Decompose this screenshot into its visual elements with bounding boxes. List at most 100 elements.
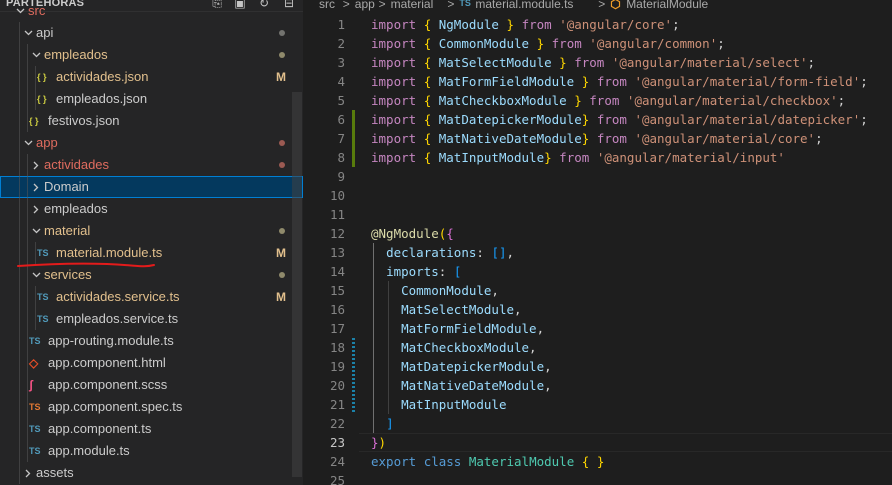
code-line[interactable]: 20 MatNativeDateModule, <box>303 376 892 395</box>
indent-guide <box>27 286 28 308</box>
code-line[interactable]: 8 import { MatInputModule} from '@angular… <box>303 148 892 167</box>
breadcrumb-item[interactable]: src <box>319 0 335 11</box>
indent-guide <box>27 198 28 220</box>
code-line[interactable]: 5 import { MatCheckboxModule } from '@ang… <box>303 91 892 110</box>
tree-folder[interactable]: src <box>0 0 303 22</box>
tree-item-label: actividades <box>44 157 110 172</box>
code-line[interactable]: 2 import { CommonModule } from '@angular/… <box>303 34 892 53</box>
ts-file-icon: TS <box>37 314 49 324</box>
code-line[interactable]: 17 MatFormFieldModule, <box>303 319 892 338</box>
indent-guide <box>19 132 20 154</box>
tree-folder[interactable]: material <box>0 220 303 242</box>
code-line[interactable]: 7 import { MatNativeDateModule} from '@an… <box>303 129 892 148</box>
tree-file[interactable]: TS app-routing.module.ts <box>0 330 303 352</box>
code-editor[interactable]: src > app > material > TS material.module.ts > ⬡ M… <box>303 0 892 485</box>
indent-guide <box>19 352 20 374</box>
chevron-right-icon[interactable] <box>29 176 43 198</box>
breadcrumb-item[interactable]: ⬡ <box>610 0 620 11</box>
code-line[interactable]: 16 MatSelectModule, <box>303 300 892 319</box>
indent-guide <box>27 330 28 352</box>
breadcrumb-item[interactable]: material <box>391 0 434 11</box>
code-text: import { MatSelectModule } from '@angula… <box>371 55 816 70</box>
tree-folder[interactable]: assets <box>0 462 303 484</box>
tree-file[interactable]: TS app.module.ts <box>0 440 303 462</box>
chevron-down-icon[interactable] <box>13 0 27 22</box>
tree-file[interactable]: TS empleados.service.ts <box>0 308 303 330</box>
code-line[interactable]: 23}) <box>303 433 892 452</box>
line-number: 21 <box>329 397 345 412</box>
indent-guide <box>27 44 28 66</box>
breadcrumb-item[interactable]: MaterialModule <box>626 0 708 11</box>
gutter-change-marker <box>352 338 355 414</box>
chevron-down-icon[interactable] <box>21 22 35 44</box>
indent-guide <box>19 88 20 110</box>
json-file-icon: { } <box>37 94 47 104</box>
code-line[interactable]: 12 @NgModule({ <box>303 224 892 243</box>
sidebar-scrollbar[interactable] <box>292 92 302 477</box>
ts-file-icon: TS <box>29 336 41 346</box>
indent-guide <box>19 308 20 330</box>
tree-file[interactable]: TS app.component.ts <box>0 418 303 440</box>
chevron-right-icon[interactable] <box>29 198 43 220</box>
code-line[interactable]: 1 import { NgModule } from '@angular/core… <box>303 15 892 34</box>
code-line[interactable]: 18 MatCheckboxModule, <box>303 338 892 357</box>
code-line[interactable]: 14 imports: [ <box>303 262 892 281</box>
indent-guide <box>27 220 28 242</box>
indent-guide <box>27 176 28 198</box>
line-number: 9 <box>337 169 345 184</box>
tree-item-label: empleados.service.ts <box>56 311 179 326</box>
code-text: MatDatepickerModule, <box>401 359 552 374</box>
code-text: import { MatDatepickerModule} from '@ang… <box>371 112 868 127</box>
code-line[interactable]: 11 <box>303 205 892 224</box>
code-text: import { NgModule } from '@angular/core'… <box>371 17 680 32</box>
chevron-down-icon[interactable] <box>29 220 43 242</box>
gutter-modified-marker <box>352 129 355 148</box>
code-line[interactable]: 3 import { MatSelectModule } from '@angul… <box>303 53 892 72</box>
code-line[interactable]: 21 MatInputModule <box>303 395 892 414</box>
code-line[interactable]: 15 CommonModule, <box>303 281 892 300</box>
chevron-right-icon[interactable] <box>29 154 43 176</box>
breadcrumb-item[interactable]: TS <box>459 0 471 8</box>
chevron-down-icon[interactable] <box>29 44 43 66</box>
chevron-down-icon[interactable] <box>21 132 35 154</box>
code-line[interactable]: 4 import { MatFormFieldModule } from '@an… <box>303 72 892 91</box>
code-line[interactable]: 19 MatDatepickerModule, <box>303 357 892 376</box>
tree-file[interactable]: TS app.component.spec.ts <box>0 396 303 418</box>
line-number: 6 <box>337 112 345 127</box>
breadcrumb-item[interactable]: app <box>355 0 375 11</box>
code-line[interactable]: 9 <box>303 167 892 186</box>
code-line[interactable]: 24 export class MaterialModule { } <box>303 452 892 471</box>
line-number: 25 <box>329 473 345 485</box>
tree-file[interactable]: { } actividades.json M <box>0 66 303 88</box>
gutter-modified-marker <box>352 148 355 167</box>
code-line[interactable]: 10 <box>303 186 892 205</box>
indent-guide <box>19 66 20 88</box>
code-line[interactable]: 13 declarations: [], <box>303 243 892 262</box>
line-number: 15 <box>329 283 345 298</box>
tree-file[interactable]: { } festivos.json <box>0 110 303 132</box>
tree-file[interactable]: ʃ app.component.scss <box>0 374 303 396</box>
tree-folder[interactable]: api <box>0 22 303 44</box>
tree-file[interactable]: ◇ app.component.html <box>0 352 303 374</box>
indent-guide <box>27 110 28 132</box>
indent-guide <box>35 308 36 330</box>
chevron-right-icon[interactable] <box>21 462 35 484</box>
tree-file[interactable]: TS actividades.service.ts M <box>0 286 303 308</box>
line-number: 13 <box>329 245 345 260</box>
indent-guide <box>27 396 28 418</box>
tree-file[interactable]: { } empleados.json <box>0 88 303 110</box>
tree-folder[interactable]: app <box>0 132 303 154</box>
tree-folder[interactable]: actividades <box>0 154 303 176</box>
tree-folder[interactable]: empleados <box>0 198 303 220</box>
status-dot <box>279 30 285 36</box>
tree-folder[interactable]: Domain <box>0 176 303 198</box>
tree-folder[interactable]: empleados <box>0 44 303 66</box>
code-line[interactable]: 22 ] <box>303 414 892 433</box>
code-line[interactable]: 25 <box>303 471 892 485</box>
line-number: 10 <box>329 188 345 203</box>
code-text: export class MaterialModule { } <box>371 454 605 469</box>
breadcrumb-item[interactable]: material.module.ts <box>475 0 573 11</box>
code-text: imports: [ <box>386 264 462 279</box>
code-line[interactable]: 6 import { MatDatepickerModule} from '@an… <box>303 110 892 129</box>
line-number: 7 <box>337 131 345 146</box>
